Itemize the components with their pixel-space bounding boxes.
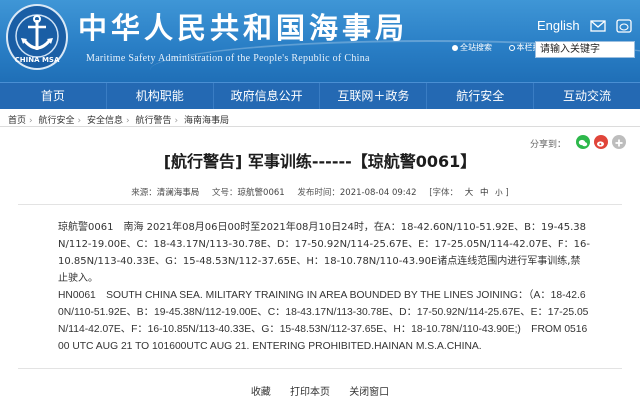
- meta-divider: [18, 204, 622, 205]
- favorite-button[interactable]: 收藏: [251, 387, 271, 398]
- breadcrumb-hainan-msa[interactable]: 海南海事局: [184, 116, 229, 126]
- radio-site-search[interactable]: [452, 44, 458, 51]
- source-value: 清澜海事局: [156, 188, 200, 198]
- more-share-icon[interactable]: [612, 135, 626, 149]
- warning-text-chinese: 琼航警0061 南海 2021年08月06日00时至2021年08月10日24时…: [58, 222, 590, 284]
- article-title: [航行警告] 军事训练------【琼航警0061】: [163, 152, 477, 171]
- breadcrumb-nav-safety[interactable]: 航行安全: [39, 116, 75, 126]
- radio-column-search[interactable]: [508, 44, 515, 51]
- footer-divider: [18, 368, 622, 369]
- source-label: 来源：: [131, 188, 157, 198]
- nav-gov-info[interactable]: 政府信息公开: [214, 83, 321, 109]
- doc-number-label: 文号：: [212, 188, 238, 198]
- warning-text-english: HN0061 SOUTH CHINA SEA. MILITARY TRAININ…: [58, 290, 589, 352]
- font-size-medium[interactable]: 中: [480, 188, 489, 198]
- breadcrumb: 首页 › 航行安全 › 安全信息 › 航行警告 › 海南海事局: [8, 113, 229, 126]
- nav-nav-safety[interactable]: 航行安全: [427, 83, 535, 109]
- radio-site-search-label: 全站搜索: [460, 43, 492, 52]
- mail-icon[interactable]: [590, 18, 606, 32]
- close-window-button[interactable]: 关闭窗口: [349, 387, 389, 398]
- font-size-small[interactable]: 小: [495, 188, 503, 197]
- publish-date-label: 发布时间：: [297, 188, 340, 198]
- breadcrumb-separator: ›: [126, 116, 130, 126]
- print-button[interactable]: 打印本页: [290, 387, 330, 398]
- nav-home[interactable]: 首页: [0, 83, 107, 109]
- nav-interaction[interactable]: 互动交流: [534, 83, 640, 109]
- breadcrumb-divider: [0, 126, 640, 127]
- nav-internet-gov[interactable]: 互联网＋政务: [320, 83, 428, 109]
- wechat-share-icon[interactable]: [576, 135, 590, 149]
- site-subtitle: Maritime Safety Administration of the Pe…: [86, 53, 370, 64]
- breadcrumb-home[interactable]: 首页: [8, 116, 26, 126]
- font-size-large[interactable]: 大: [465, 188, 474, 198]
- english-link[interactable]: English: [537, 18, 580, 33]
- weibo-share-icon[interactable]: [594, 135, 608, 149]
- font-size-label: [字体：: [429, 188, 459, 198]
- weibo-icon[interactable]: [616, 18, 632, 33]
- main-nav: 首页 机构职能 政府信息公开 互联网＋政务 航行安全 互动交流: [0, 82, 640, 109]
- search-input[interactable]: 请输入关键字: [535, 41, 635, 58]
- article-meta: 来源：清澜海事局 文号：琼航警0061 发布时间：2021-08-04 09:4…: [0, 186, 640, 198]
- breadcrumb-separator: ›: [77, 116, 82, 126]
- breadcrumb-safety-info[interactable]: 安全信息: [87, 116, 123, 126]
- doc-number-value: 琼航警0061: [237, 188, 285, 198]
- article-actions: 收藏 打印本页 关闭窗口: [0, 383, 640, 398]
- emblem-caption: CHINA MSA: [14, 56, 60, 64]
- breadcrumb-warnings[interactable]: 航行警告: [136, 116, 172, 126]
- site-title[interactable]: 中华人民共和国海事局: [78, 5, 408, 47]
- breadcrumb-separator: ›: [29, 116, 33, 126]
- publish-date-value: 2021-08-04 09:42: [339, 188, 417, 198]
- nav-functions[interactable]: 机构职能: [107, 83, 214, 109]
- breadcrumb-separator: ›: [174, 116, 179, 126]
- font-size-bracket: ]: [505, 188, 509, 198]
